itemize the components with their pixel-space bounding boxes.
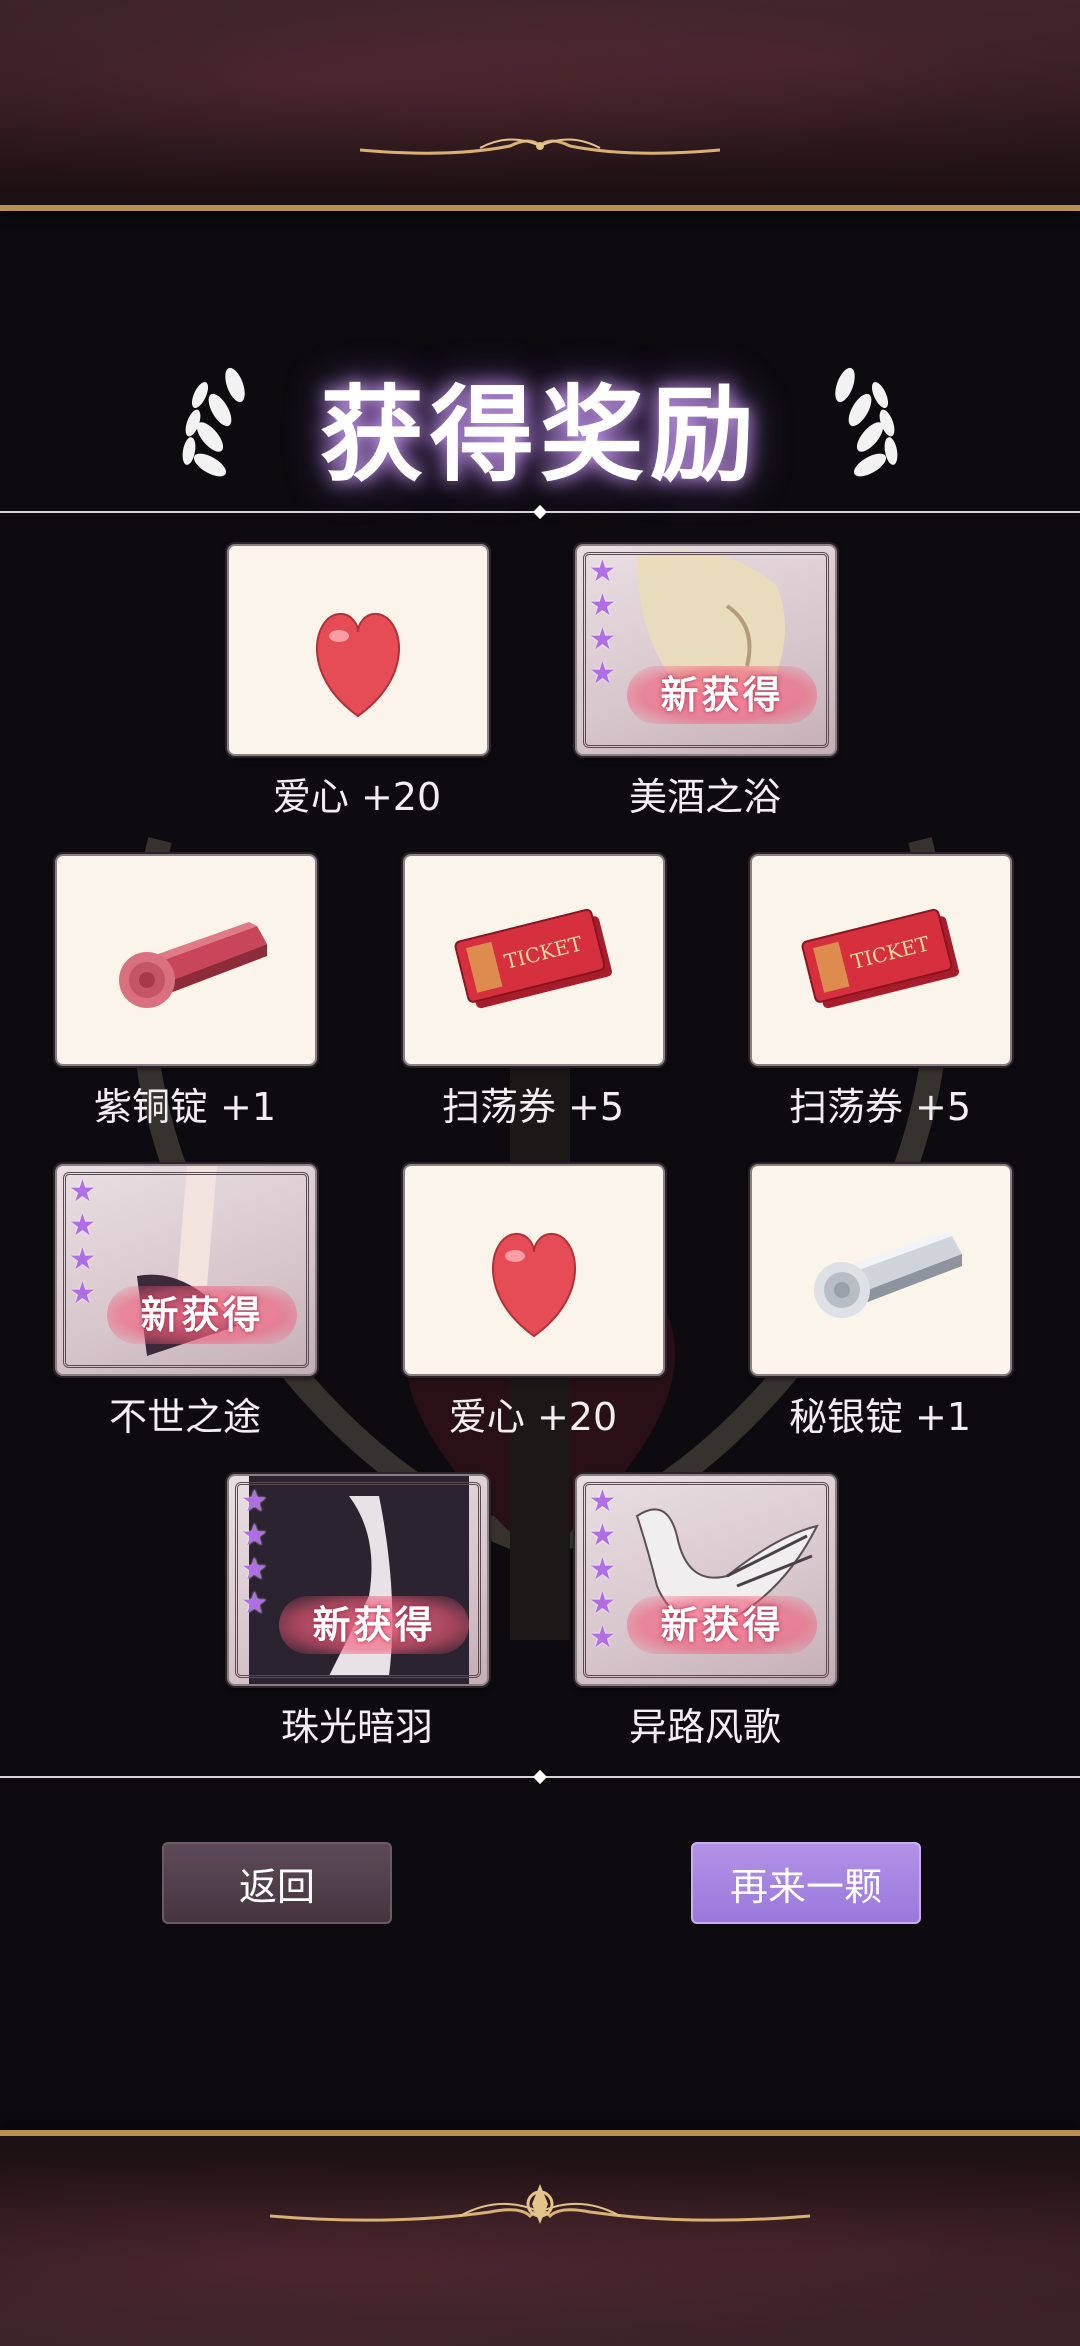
reward-card-silver-ingot[interactable] <box>750 1164 1012 1376</box>
star-icon: ★ <box>589 1552 616 1587</box>
new-badge: 新获得 <box>279 1596 469 1654</box>
star-icon: ★ <box>589 1586 616 1621</box>
star-icon: ★ <box>589 656 616 691</box>
reward-label: 爱心 +20 <box>272 775 442 819</box>
new-badge: 新获得 <box>627 1596 817 1654</box>
star-icon: ★ <box>69 1242 96 1277</box>
reward-card-ticket[interactable]: TICKET <box>750 854 1012 1066</box>
new-badge: 新获得 <box>627 666 817 724</box>
star-icon: ★ <box>241 1586 268 1621</box>
star-rating: ★ ★ ★ ★ <box>589 556 616 690</box>
reward-label: 扫荡券 +5 <box>788 1085 972 1129</box>
star-icon: ★ <box>241 1552 268 1587</box>
reward-label: 紫铜锭 +1 <box>93 1085 277 1129</box>
reward-card-character[interactable]: ★ ★ ★ ★ 新获得 <box>55 1164 317 1376</box>
star-icon: ★ <box>589 1484 616 1519</box>
bottom-ornament-icon <box>270 2184 810 2224</box>
star-icon: ★ <box>69 1276 96 1311</box>
star-icon: ★ <box>589 1518 616 1553</box>
bottom-divider-diamond <box>532 1769 548 1785</box>
reward-label: 美酒之浴 <box>628 775 781 819</box>
reward-card-heart[interactable] <box>227 544 489 756</box>
reward-card-character[interactable]: ★ ★ ★ ★ 新获得 <box>575 544 837 756</box>
reward-label: 爱心 +20 <box>448 1395 618 1439</box>
star-rating: ★ ★ ★ ★ ★ <box>589 1486 616 1654</box>
reward-label: 扫荡券 +5 <box>441 1085 625 1129</box>
star-icon: ★ <box>589 554 616 589</box>
heart-icon <box>492 1232 576 1338</box>
new-badge: 新获得 <box>107 1286 297 1344</box>
heart-icon <box>316 612 400 718</box>
star-icon: ★ <box>69 1174 96 1209</box>
top-frame <box>0 0 1080 211</box>
ticket-icon: TICKET <box>801 908 959 1009</box>
star-icon: ★ <box>589 1620 616 1655</box>
reward-label: 异路风歌 <box>628 1705 781 1749</box>
reward-card-character[interactable]: ★ ★ ★ ★ 新获得 <box>227 1474 489 1686</box>
silver-ingot-icon <box>814 1232 962 1318</box>
reward-card-heart[interactable] <box>403 1164 665 1376</box>
reward-label: 不世之途 <box>108 1395 261 1439</box>
reward-card-ticket[interactable]: TICKET <box>403 854 665 1066</box>
draw-again-button[interactable]: 再来一颗 <box>691 1842 921 1924</box>
star-rating: ★ ★ ★ ★ <box>69 1176 96 1310</box>
top-divider-diamond <box>532 504 548 520</box>
star-icon: ★ <box>241 1484 268 1519</box>
copper-ingot-icon <box>119 922 267 1008</box>
ticket-icon: TICKET <box>454 908 612 1009</box>
reward-card-copper-ingot[interactable] <box>55 854 317 1066</box>
page-title: 获得奖励 <box>319 372 760 496</box>
reward-card-character[interactable]: ★ ★ ★ ★ ★ 新获得 <box>575 1474 837 1686</box>
star-icon: ★ <box>589 588 616 623</box>
star-icon: ★ <box>69 1208 96 1243</box>
title-area: 获得奖励 <box>0 350 1080 500</box>
star-rating: ★ ★ ★ ★ <box>241 1486 268 1620</box>
reward-label: 珠光暗羽 <box>280 1705 433 1749</box>
star-icon: ★ <box>589 622 616 657</box>
top-ornament-icon <box>360 138 720 155</box>
star-icon: ★ <box>241 1518 268 1553</box>
back-button[interactable]: 返回 <box>162 1842 392 1924</box>
bottom-frame <box>0 2130 1080 2346</box>
reward-label: 秘银锭 +1 <box>788 1395 972 1439</box>
